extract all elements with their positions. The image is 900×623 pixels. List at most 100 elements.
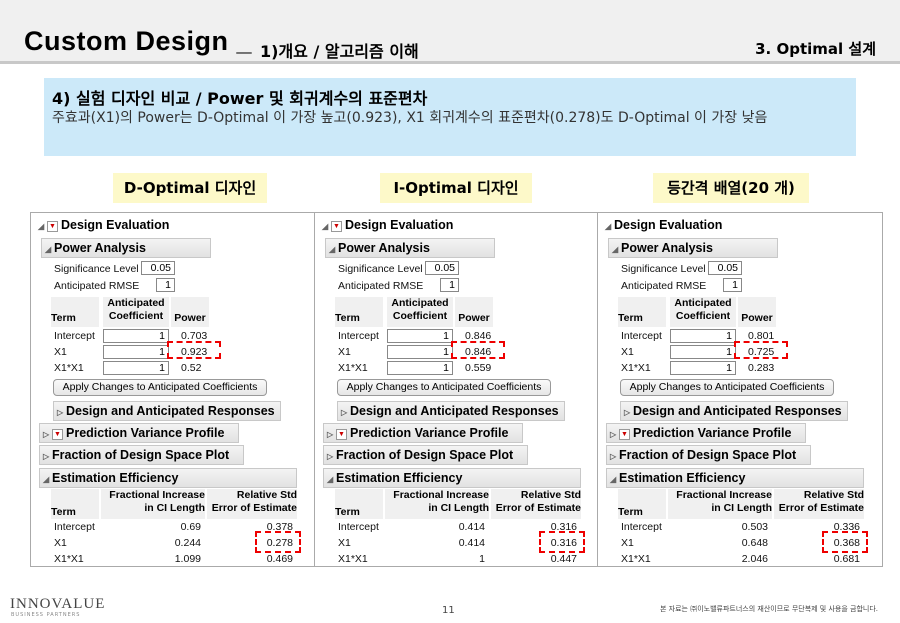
label-i-optimal: I-Optimal 디자인 — [380, 173, 532, 203]
design-responses-header[interactable]: ▷ Design and Anticipated Responses — [53, 401, 281, 421]
red-menu-icon[interactable]: ▼ — [52, 429, 63, 440]
collapse-triangle-icon[interactable]: ◢ — [327, 471, 336, 489]
expand-triangle-icon[interactable]: ▷ — [327, 448, 336, 466]
term-cell: Intercept — [54, 330, 95, 342]
prediction-variance-header[interactable]: ▷ ▼ Prediction Variance Profile — [606, 423, 806, 443]
red-menu-icon[interactable]: ▼ — [47, 221, 58, 232]
coefficient-input[interactable]: 1 — [670, 345, 736, 359]
fraction-design-space-header[interactable]: ▷ Fraction of Design Space Plot — [606, 445, 811, 465]
footer-copyright: 본 자료는 ㈜이노밸류파트너스의 재산이므로 무단복제 및 사용을 금합니다. — [660, 605, 878, 613]
term-cell: X1*X1 — [338, 362, 368, 374]
collapse-triangle-icon[interactable]: ◢ — [605, 218, 614, 236]
coefficient-input[interactable]: 1 — [670, 329, 736, 343]
estimation-efficiency-header[interactable]: ◢ Estimation Efficiency — [323, 468, 581, 488]
expand-triangle-icon[interactable]: ▷ — [57, 404, 66, 422]
red-menu-icon[interactable]: ▼ — [336, 429, 347, 440]
relative-std-error-value: 0.447 — [550, 553, 577, 565]
expand-triangle-icon[interactable]: ▷ — [610, 426, 619, 444]
expand-triangle-icon[interactable]: ▷ — [327, 426, 336, 444]
design-responses-header[interactable]: ▷ Design and Anticipated Responses — [337, 401, 565, 421]
collapse-triangle-icon[interactable]: ◢ — [45, 241, 54, 259]
col-rse-header: Relative Std Error of Estimate — [774, 489, 864, 519]
coefficient-input[interactable]: 1 — [103, 345, 169, 359]
coefficient-input[interactable]: 1 — [387, 345, 453, 359]
coefficient-input[interactable]: 1 — [387, 329, 453, 343]
design-evaluation-header[interactable]: ◢ Design Evaluation — [602, 216, 867, 236]
footer-logo-sub: BUSINESS PARTNERS — [11, 612, 81, 618]
term-cell: X1*X1 — [621, 553, 651, 565]
rmse-label: Anticipated RMSE — [338, 280, 424, 292]
term-cell: Intercept — [338, 330, 379, 342]
significance-label: Significance Level — [54, 263, 139, 275]
term-cell: Intercept — [621, 330, 662, 342]
power-analysis-header[interactable]: ◢ Power Analysis — [325, 238, 495, 258]
power-value: 0.283 — [748, 362, 775, 374]
power-analysis-header[interactable]: ◢ Power Analysis — [608, 238, 778, 258]
power-analysis-header[interactable]: ◢ Power Analysis — [41, 238, 211, 258]
design-responses-header[interactable]: ▷ Design and Anticipated Responses — [620, 401, 848, 421]
apply-changes-button[interactable]: Apply Changes to Anticipated Coefficient… — [53, 379, 267, 396]
expand-triangle-icon[interactable]: ▷ — [43, 448, 52, 466]
collapse-triangle-icon[interactable]: ◢ — [322, 218, 331, 236]
rmse-label: Anticipated RMSE — [621, 280, 707, 292]
term-cell: X1 — [621, 537, 634, 549]
fractional-increase-value: 2.046 — [741, 553, 768, 565]
expand-triangle-icon[interactable]: ▷ — [43, 426, 52, 444]
fractional-increase-value: 0.414 — [458, 537, 485, 549]
term-cell: X1*X1 — [54, 553, 84, 565]
design-eval-panel-1: ◢ ▼ Design Evaluation ◢ Power Analysis Signif… — [30, 212, 316, 567]
significance-input[interactable]: 0.05 — [425, 261, 459, 275]
significance-input[interactable]: 0.05 — [708, 261, 742, 275]
apply-changes-button[interactable]: Apply Changes to Anticipated Coefficient… — [337, 379, 551, 396]
collapse-triangle-icon[interactable]: ◢ — [610, 471, 619, 489]
coefficient-input[interactable]: 1 — [103, 329, 169, 343]
significance-label: Significance Level — [338, 263, 423, 275]
highlight-power-x1 — [167, 341, 221, 359]
rmse-input[interactable]: 1 — [156, 278, 175, 292]
highlight-rse-x1 — [822, 531, 868, 553]
coefficient-input[interactable]: 1 — [670, 361, 736, 375]
highlight-rse-x1 — [255, 531, 301, 553]
col-fi-header: Fractional Increase in CI Length — [668, 489, 772, 519]
term-cell: X1 — [54, 346, 67, 358]
coefficient-input[interactable]: 1 — [387, 361, 453, 375]
collapse-triangle-icon[interactable]: ◢ — [38, 218, 47, 236]
col-rse-header: Relative Std Error of Estimate — [207, 489, 297, 519]
collapse-triangle-icon[interactable]: ◢ — [43, 471, 52, 489]
fraction-design-space-header[interactable]: ▷ Fraction of Design Space Plot — [39, 445, 244, 465]
collapse-triangle-icon[interactable]: ◢ — [612, 241, 621, 259]
fraction-design-space-header[interactable]: ▷ Fraction of Design Space Plot — [323, 445, 528, 465]
coefficient-input[interactable]: 1 — [103, 361, 169, 375]
apply-changes-button[interactable]: Apply Changes to Anticipated Coefficient… — [620, 379, 834, 396]
highlight-power-x1 — [451, 341, 505, 359]
design-evaluation-header[interactable]: ◢ ▼ Design Evaluation — [319, 216, 584, 236]
col-power-header: Power — [455, 297, 493, 327]
design-evaluation-header[interactable]: ◢ ▼ Design Evaluation — [35, 216, 300, 236]
summary-heading: 4) 실험 디자인 비교 / Power 및 회귀계수의 표준편차 — [52, 89, 428, 108]
term-cell: X1*X1 — [338, 553, 368, 565]
header-bar: Custom Design _ 1)개요 / 알고리즘 이해 3. Optima… — [0, 0, 900, 64]
prediction-variance-header[interactable]: ▷ ▼ Prediction Variance Profile — [323, 423, 523, 443]
expand-triangle-icon[interactable]: ▷ — [624, 404, 633, 422]
fractional-increase-value: 1.099 — [174, 553, 201, 565]
significance-input[interactable]: 0.05 — [141, 261, 175, 275]
rmse-input[interactable]: 1 — [723, 278, 742, 292]
collapse-triangle-icon[interactable]: ◢ — [329, 241, 338, 259]
expand-triangle-icon[interactable]: ▷ — [341, 404, 350, 422]
expand-triangle-icon[interactable]: ▷ — [610, 448, 619, 466]
design-eval-panel-2: ◢ ▼ Design Evaluation ◢ Power Analysis Signif… — [314, 212, 600, 567]
fractional-increase-value: 0.69 — [180, 521, 201, 533]
rmse-input[interactable]: 1 — [440, 278, 459, 292]
col-fi-header: Fractional Increase in CI Length — [385, 489, 489, 519]
red-menu-icon[interactable]: ▼ — [619, 429, 630, 440]
summary-box: 4) 실험 디자인 비교 / Power 및 회귀계수의 표준편차 주효과(X1… — [44, 78, 856, 156]
estimation-efficiency-header[interactable]: ◢ Estimation Efficiency — [606, 468, 864, 488]
col-power-header: Power — [738, 297, 776, 327]
estimation-efficiency-header[interactable]: ◢ Estimation Efficiency — [39, 468, 297, 488]
red-menu-icon[interactable]: ▼ — [331, 221, 342, 232]
prediction-variance-header[interactable]: ▷ ▼ Prediction Variance Profile — [39, 423, 239, 443]
page-title: Custom Design _ — [24, 26, 253, 56]
term-cell: Intercept — [54, 521, 95, 533]
power-value: 0.559 — [465, 362, 492, 374]
significance-label: Significance Level — [621, 263, 706, 275]
